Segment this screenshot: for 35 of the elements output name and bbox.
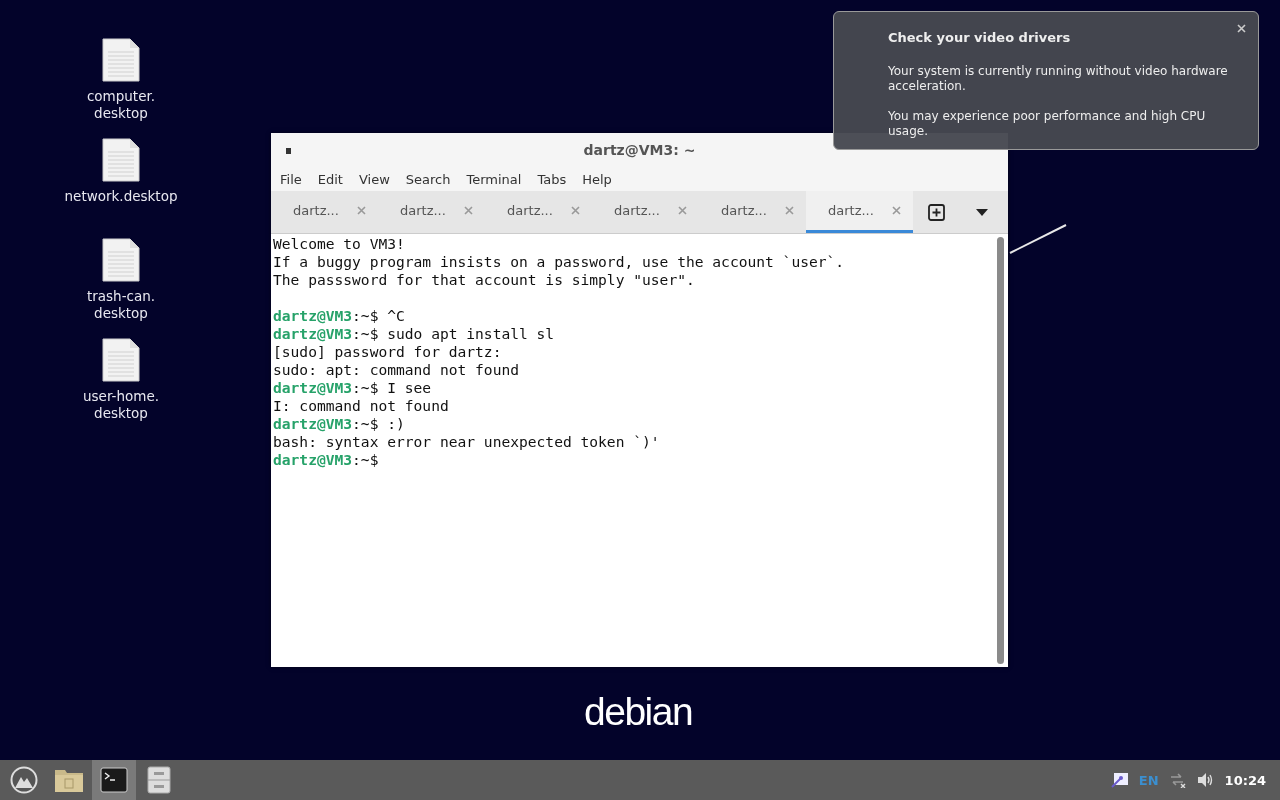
menu-item[interactable]: View (357, 171, 397, 187)
file-icon[interactable] (102, 338, 140, 382)
terminal-tab[interactable]: dartz... (699, 191, 806, 233)
notification-text: You may experience poor performance and high CPU usage. (888, 109, 1207, 139)
terminal-output[interactable]: Welcome to VM3! If a buggy program insists on a password, use the account `user`. The passsword for that account is simply "user". dartz@VM3:~$ ^C dartz@VM3:~$ sudo apt install sl [sudo] password for dartz: sudo: apt: command not found dartz@VM3:~$ I see I: command not found dartz@VM3:~$ :) bash: syntax error near unexpected token `)' dartz@VM3:~$ (271, 234, 993, 667)
terminal-tab[interactable]: dartz... (485, 191, 592, 233)
close-icon[interactable] (1237, 24, 1246, 33)
menu-item[interactable]: File (279, 171, 309, 187)
terminal-tab[interactable]: dartz... (271, 191, 378, 233)
terminal-icon[interactable] (92, 760, 136, 800)
notification-title: Check your video drivers (888, 30, 1072, 45)
window-title: dartz@VM3: ~ (583, 142, 696, 158)
menu-item[interactable]: Terminal (465, 171, 529, 187)
network-icon[interactable] (1168, 772, 1187, 788)
file-label[interactable]: network.desktop (64, 188, 178, 205)
file-label[interactable]: user-home. desktop (83, 388, 159, 422)
file-label[interactable]: computer. desktop (86, 88, 156, 122)
menu-item[interactable]: Edit (316, 171, 350, 187)
terminal-tab[interactable]: dartz... (592, 191, 699, 233)
debian-logo: debian (584, 689, 693, 735)
scrollbar[interactable] (997, 237, 1004, 664)
terminal-tab[interactable]: dartz... (378, 191, 485, 233)
menu-item[interactable]: Help (581, 171, 619, 187)
menu-item[interactable]: Search (404, 171, 458, 187)
volume-icon[interactable] (1196, 772, 1215, 788)
menu-item[interactable]: Tabs (536, 171, 574, 187)
notification-text: Your system is currently running without video hardware acceleration. (888, 64, 1229, 94)
file-label[interactable]: trash-can. desktop (86, 288, 156, 322)
clock[interactable]: 10:24 (1224, 772, 1266, 788)
terminal-tab[interactable]: dartz... (806, 191, 913, 233)
swirl-line (1008, 223, 1068, 255)
file-icon[interactable] (102, 238, 140, 282)
file-icon[interactable] (102, 38, 140, 82)
tablet-pen-icon[interactable] (1110, 772, 1129, 788)
file-icon[interactable] (102, 138, 140, 182)
